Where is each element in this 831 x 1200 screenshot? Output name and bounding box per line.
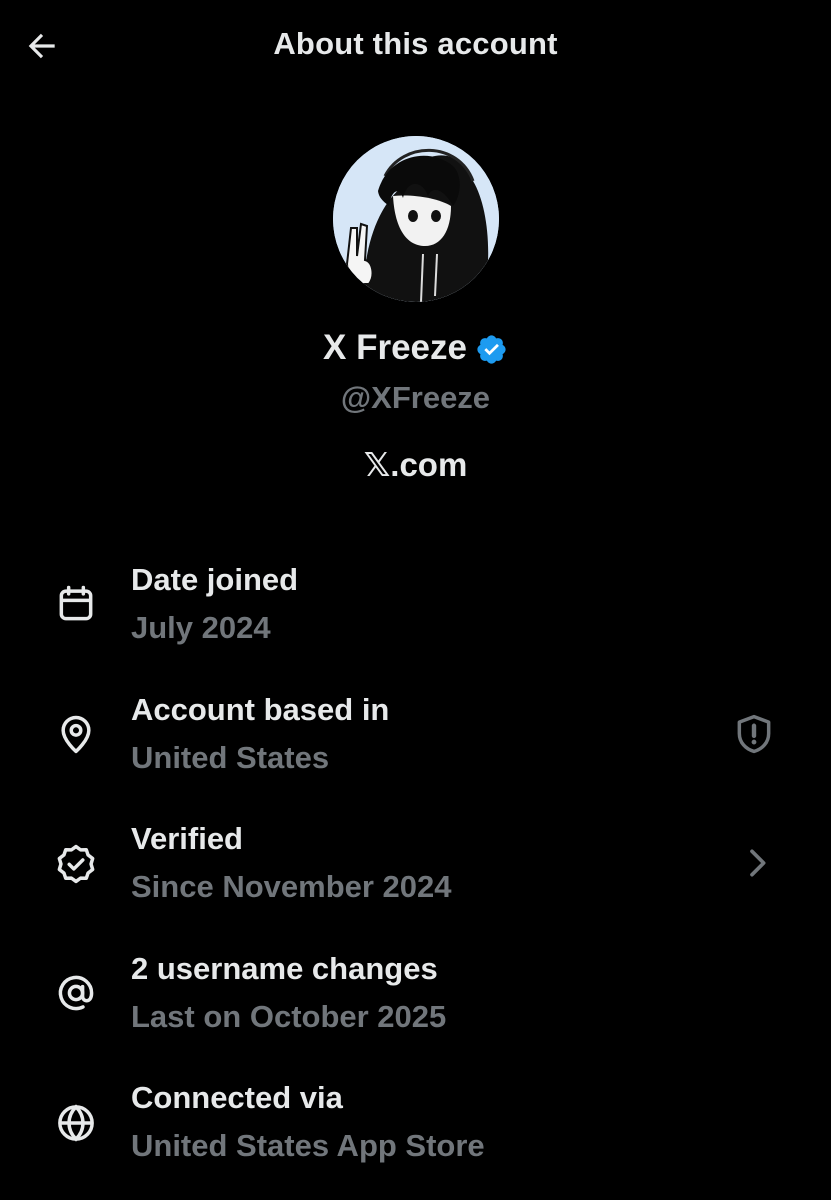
calendar-icon [52,580,100,628]
username-changes-value: Last on October 2025 [131,999,447,1034]
verified-badge-icon[interactable] [475,333,508,366]
verified-row[interactable]: Verified Since November 2024 [0,819,831,919]
verified-value: Since November 2024 [131,869,452,904]
chevron-right-icon [750,849,766,877]
date-joined-row: Date joined July 2024 [0,560,831,660]
account-based-in-value: United States [131,740,330,775]
avatar[interactable] [333,136,499,302]
verified-outline-icon [52,840,100,888]
account-based-in-label: Account based in [131,692,390,727]
date-joined-value: July 2024 [131,610,271,645]
top-bar: About this account [0,0,831,95]
shield-alert-icon [737,714,771,754]
profile-name: X Freeze [323,328,467,367]
connected-via-label: Connected via [131,1080,343,1115]
shield-alert-button[interactable] [730,710,778,758]
location-pin-icon [52,710,100,758]
at-sign-icon [52,969,100,1017]
connected-via-row: Connected via United States App Store [0,1078,831,1178]
verified-label: Verified [131,821,243,856]
username-changes-label: 2 username changes [131,951,438,986]
profile-handle: @XFreeze [340,380,491,415]
profile-site[interactable]: 𝕏.com [0,445,831,484]
date-joined-label: Date joined [131,562,299,597]
profile-name-row: X Freeze [0,328,831,368]
page-title: About this account [273,26,558,61]
avatar-image [333,136,499,302]
globe-icon [52,1099,100,1147]
verified-chevron[interactable] [733,839,781,887]
account-based-in-row: Account based in United States [0,690,831,790]
username-changes-row: 2 username changes Last on October 2025 [0,949,831,1049]
connected-via-value: United States App Store [131,1128,485,1163]
